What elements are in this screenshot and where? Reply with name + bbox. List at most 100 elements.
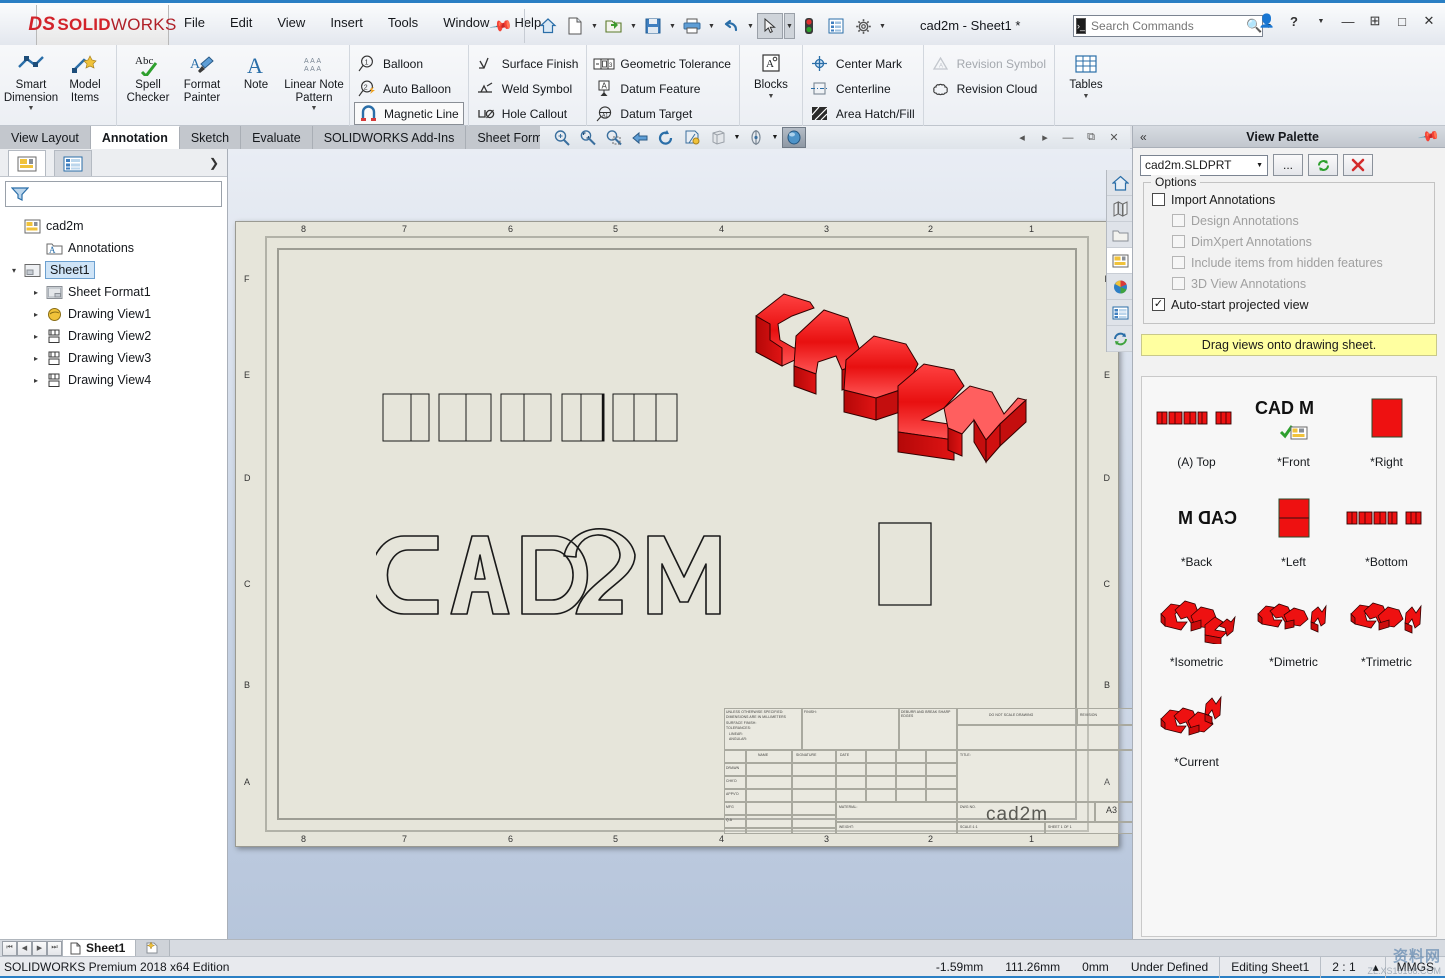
palette-thumb-left[interactable] <box>1245 483 1342 553</box>
solidworks-logo[interactable]: DSSOLIDWORKS <box>36 5 169 46</box>
drawing-sheet[interactable]: 8 7 6 5 4 3 2 1 8 7 6 5 4 3 2 1 F E D C … <box>235 221 1119 847</box>
datum-feature-button[interactable]: A Datum Feature <box>591 77 735 100</box>
tab-sketch[interactable]: Sketch <box>180 126 241 149</box>
minimize-doc-icon[interactable]: — <box>1060 132 1076 144</box>
tab-annotation[interactable]: Annotation <box>91 126 180 149</box>
restore-left-icon[interactable]: ◂ <box>1014 131 1030 144</box>
rotate-view-icon[interactable] <box>654 127 678 148</box>
close-icon[interactable]: ✕ <box>1419 13 1439 29</box>
select-cursor-caret[interactable]: ▼ <box>784 13 795 39</box>
area-hatch-fill-button[interactable]: Area Hatch/Fill <box>807 102 919 125</box>
revision-cloud-button[interactable]: Revision Cloud <box>928 77 1050 100</box>
menu-edit[interactable]: Edit <box>226 13 256 32</box>
display-style-icon[interactable] <box>706 127 730 148</box>
add-sheet-icon[interactable] <box>136 940 170 957</box>
tree-item-drawing-view2[interactable]: ▸ Drawing View2 <box>6 325 227 347</box>
new-document-icon[interactable] <box>562 13 588 39</box>
option-import-annotations[interactable]: Import Annotations <box>1152 189 1426 210</box>
section-view-icon[interactable] <box>680 127 704 148</box>
balloon-button[interactable]: 1 Balloon <box>354 52 464 75</box>
tree-arrow[interactable]: ▸ <box>28 288 44 297</box>
new-document-caret[interactable]: ▼ <box>589 13 600 39</box>
help-caret-icon[interactable]: ▼ <box>1311 18 1331 25</box>
zoom-to-area-icon[interactable] <box>550 127 574 148</box>
tab-view-layout[interactable]: View Layout <box>0 126 91 149</box>
linear-note-pattern-dropdown[interactable]: ▼ <box>311 105 318 112</box>
palette-thumb-dimetric[interactable] <box>1245 583 1342 653</box>
options-list-icon[interactable] <box>823 13 849 39</box>
view-palette-rail-icon[interactable] <box>1107 248 1133 274</box>
rebuild-icon[interactable] <box>796 13 822 39</box>
maximize-icon[interactable]: □ <box>1392 14 1412 29</box>
profile-icon[interactable]: 👤 <box>1257 13 1277 29</box>
checkbox[interactable] <box>1172 214 1185 227</box>
next-sheet-icon[interactable]: ▶ <box>32 941 47 956</box>
tree-arrow-expanded[interactable]: ▾ <box>6 266 22 275</box>
blocks-dropdown[interactable]: ▼ <box>767 93 774 100</box>
palette-view-left[interactable]: *Left <box>1245 483 1342 569</box>
palette-view-current[interactable]: *Current <box>1148 683 1245 769</box>
save-caret[interactable]: ▼ <box>667 13 678 39</box>
browse-button[interactable]: ... <box>1273 154 1303 176</box>
tree-arrow[interactable]: ▸ <box>28 354 44 363</box>
zoom-in-out-icon[interactable] <box>602 127 626 148</box>
palette-thumb-bottom[interactable] <box>1338 483 1435 553</box>
smart-dimension-dropdown[interactable]: ▼ <box>28 105 35 112</box>
tree-item-cad2m[interactable]: cad2m <box>6 215 227 237</box>
restore-right-icon[interactable]: ▸ <box>1037 131 1053 144</box>
tab-solidworks-add-ins[interactable]: SOLIDWORKS Add-Ins <box>313 126 467 149</box>
surface-finish-button[interactable]: Surface Finish <box>473 52 583 75</box>
undo-icon[interactable] <box>718 13 744 39</box>
palette-view-front[interactable]: CAD M *Front <box>1245 383 1342 469</box>
tree-arrow[interactable]: ▸ <box>28 310 44 319</box>
hole-callout-button[interactable]: Hole Callout <box>473 102 583 125</box>
appearances-rail-icon[interactable] <box>1107 196 1133 222</box>
tables-button[interactable]: Tables ▼ <box>1059 48 1113 100</box>
tree-item-sheet1[interactable]: ▾ Sheet1 <box>6 259 227 281</box>
close-doc-icon[interactable]: ✕ <box>1106 131 1122 144</box>
custom-properties-rail-icon[interactable] <box>1107 300 1133 326</box>
auto-balloon-button[interactable]: 2 Auto Balloon <box>354 77 464 100</box>
display-style-caret[interactable]: ▼ <box>732 127 742 148</box>
palette-view-back[interactable]: CAD M *Back <box>1148 483 1245 569</box>
option-include-hidden-features[interactable]: Include items from hidden features <box>1152 252 1426 273</box>
search-commands-box[interactable]: ›_ 🔍 ▼ <box>1073 15 1263 37</box>
appearances-sphere-rail-icon[interactable] <box>1107 274 1133 300</box>
drawing-view-right[interactable] <box>878 522 932 606</box>
open-folder-icon[interactable] <box>601 13 627 39</box>
note-button[interactable]: A Note <box>229 48 283 92</box>
weld-symbol-button[interactable]: Weld Symbol <box>473 77 583 100</box>
palette-thumb-front[interactable]: CAD M <box>1245 383 1342 453</box>
tree-arrow[interactable]: ▸ <box>28 376 44 385</box>
menu-file[interactable]: File <box>180 13 209 32</box>
checkbox[interactable] <box>1152 193 1165 206</box>
model-items-button[interactable]: ModelItems <box>58 48 112 104</box>
tree-item-drawing-view1[interactable]: ▸ Drawing View1 <box>6 303 227 325</box>
settings-gear-icon[interactable] <box>850 13 876 39</box>
display-state-icon[interactable] <box>782 127 806 148</box>
title-block[interactable]: UNLESS OTHERWISE SPECIFIED: DIMENSIONS A… <box>724 708 1106 834</box>
checkbox[interactable] <box>1172 235 1185 248</box>
graphics-area[interactable]: 8 7 6 5 4 3 2 1 8 7 6 5 4 3 2 1 F E D C … <box>228 149 1132 941</box>
home-rail-icon[interactable] <box>1107 170 1133 196</box>
drawing-view-isometric[interactable] <box>748 274 1028 474</box>
menu-tools[interactable]: Tools <box>384 13 422 32</box>
tree-item-sheet-format1[interactable]: ▸ Sheet Format1 <box>6 281 227 303</box>
view-orientation-icon[interactable] <box>744 127 768 148</box>
save-icon[interactable] <box>640 13 666 39</box>
palette-thumb-trimetric[interactable] <box>1338 583 1435 653</box>
clear-red-x-icon[interactable] <box>1343 154 1373 176</box>
option-3d-view-annotations[interactable]: 3D View Annotations <box>1152 273 1426 294</box>
settings-caret[interactable]: ▼ <box>877 13 888 39</box>
palette-thumb-current[interactable] <box>1148 683 1245 753</box>
checkbox-checked[interactable]: ✓ <box>1152 298 1165 311</box>
center-mark-button[interactable]: Center Mark <box>807 52 919 75</box>
feature-tree-filter[interactable] <box>5 181 222 207</box>
first-sheet-icon[interactable]: ⏮ <box>2 941 17 956</box>
tree-arrow[interactable]: ▸ <box>28 332 44 341</box>
tree-item-annotations[interactable]: A Annotations <box>6 237 227 259</box>
last-sheet-icon[interactable]: ⏭ <box>47 941 62 956</box>
file-explorer-rail-icon[interactable] <box>1107 222 1133 248</box>
double-chevron-left-icon[interactable]: « <box>1133 130 1154 144</box>
model-select[interactable]: cad2m.SLDPRT ▼ <box>1140 155 1268 176</box>
